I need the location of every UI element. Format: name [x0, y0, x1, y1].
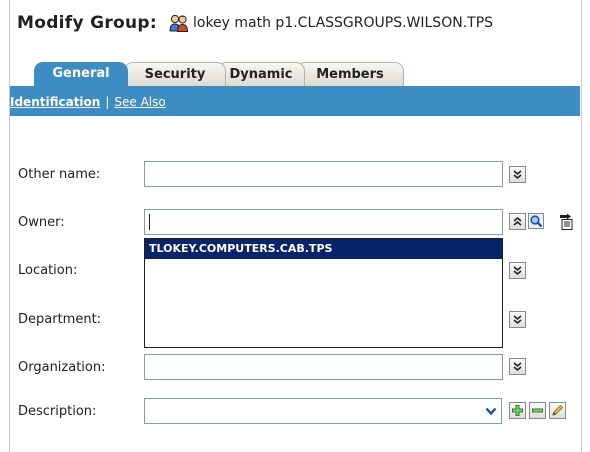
subnav-identification-link[interactable]: Identification	[10, 95, 100, 109]
search-icon[interactable]	[527, 212, 545, 230]
owner-input[interactable]	[144, 209, 503, 235]
expand-down-icon[interactable]	[509, 311, 526, 328]
organization-label: Organization:	[18, 360, 106, 375]
object-name: lokey math p1.CLASSGROUPS.WILSON.TPS	[192, 15, 494, 31]
subnav-separator: |	[105, 95, 110, 109]
dropdown-arrow-icon[interactable]	[483, 403, 499, 419]
subnav-see-also-link[interactable]: See Also	[114, 95, 165, 109]
edit-icon[interactable]	[549, 402, 566, 419]
history-icon[interactable]	[557, 212, 575, 230]
expand-down-icon[interactable]	[509, 358, 526, 375]
collapse-up-icon[interactable]	[509, 213, 526, 230]
owner-label: Owner:	[18, 215, 65, 230]
description-select[interactable]	[144, 398, 502, 424]
tab-dynamic[interactable]: Dynamic	[217, 62, 305, 87]
expand-down-icon[interactable]	[509, 262, 526, 279]
location-label: Location:	[18, 263, 78, 278]
organization-input[interactable]	[144, 354, 503, 380]
page-title: Modify Group: lokey math p1.CLASSGROUPS.…	[17, 10, 493, 36]
other-name-label: Other name:	[18, 167, 101, 182]
page-title-label: Modify Group:	[17, 13, 157, 33]
tab-members[interactable]: Members	[296, 62, 404, 87]
text-cursor	[149, 214, 150, 230]
sub-navigation: Identification | See Also	[10, 89, 166, 115]
remove-icon[interactable]	[529, 402, 546, 419]
description-label: Description:	[18, 404, 97, 419]
department-label: Department:	[18, 312, 102, 327]
owner-suggestion-item[interactable]: TLOKEY.COMPUTERS.CAB.TPS	[145, 239, 502, 259]
other-name-input[interactable]	[144, 161, 503, 187]
add-icon[interactable]	[509, 402, 526, 419]
expand-down-icon[interactable]	[509, 166, 526, 183]
tab-security[interactable]: Security	[124, 62, 226, 87]
tab-general[interactable]: General	[34, 62, 128, 87]
group-icon	[169, 14, 189, 32]
owner-suggestion-list: TLOKEY.COMPUTERS.CAB.TPS	[144, 238, 503, 348]
